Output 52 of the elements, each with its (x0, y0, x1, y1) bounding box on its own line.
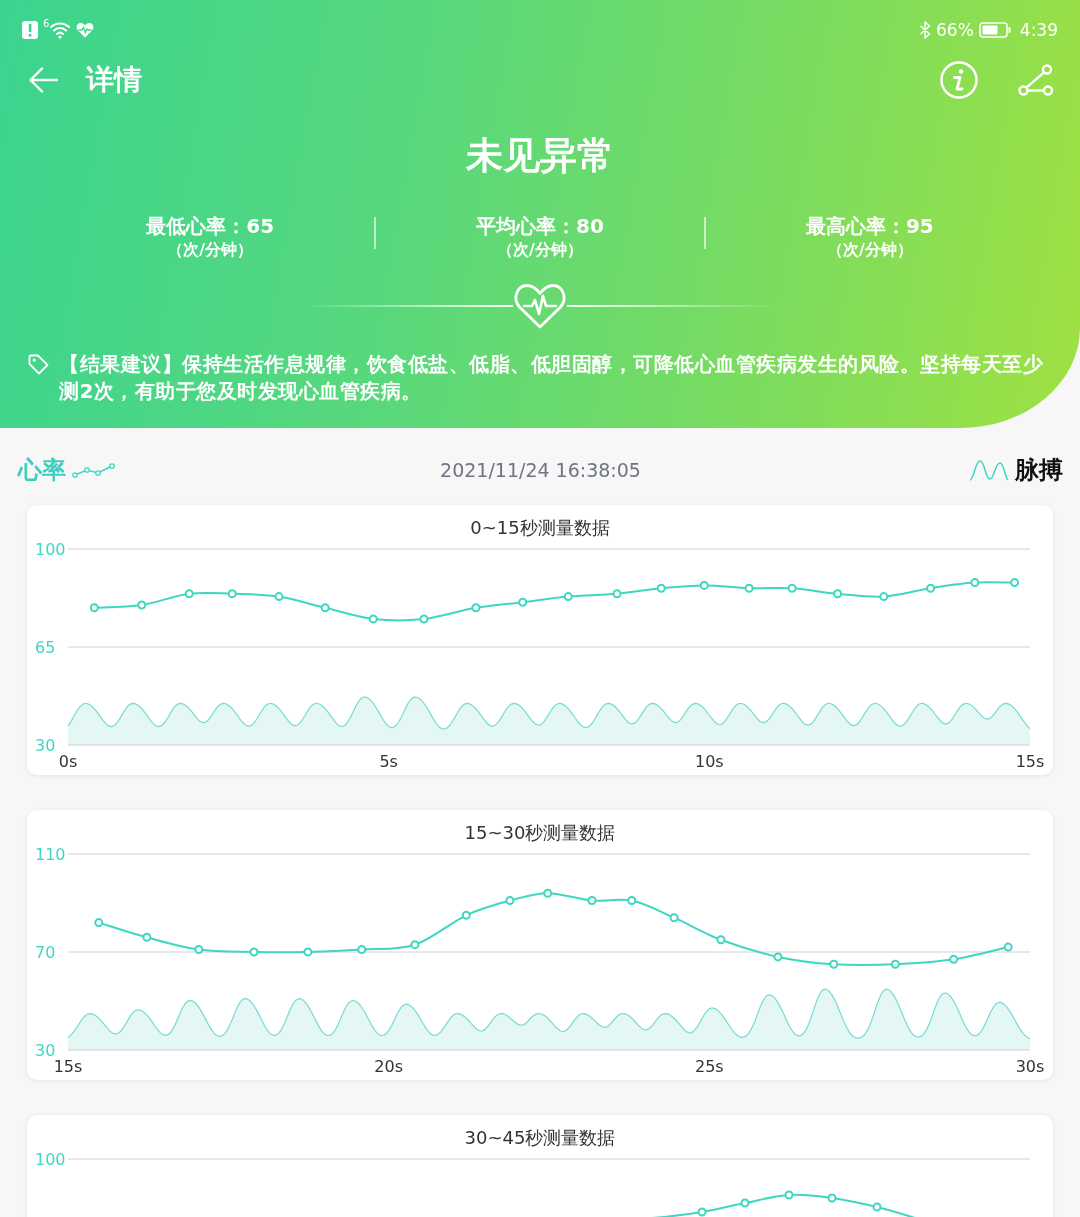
notification-icon (22, 21, 38, 39)
stat-value: 最低心率：65 (146, 213, 275, 239)
y-axis-label: 30 (35, 1040, 56, 1060)
x-axis-label: 20s (374, 1057, 403, 1076)
tag-icon (28, 354, 49, 375)
share-button[interactable] (1018, 64, 1054, 96)
line-chart-icon (72, 462, 116, 478)
battery-percent: 66% (936, 20, 974, 40)
info-button[interactable] (940, 61, 978, 99)
battery-icon (978, 22, 1011, 38)
chart-title: 15~30秒测量数据 (464, 821, 616, 845)
y-axis-label: 100 (35, 539, 66, 559)
y-axis-label: 110 (35, 844, 66, 864)
clock-time: 4:39 (1019, 20, 1058, 40)
x-axis-label: 15s (53, 1057, 83, 1076)
data-point (784, 1190, 794, 1200)
heart-rate-legend: 心率 (18, 455, 66, 485)
bluetooth-icon (919, 21, 931, 39)
data-point (827, 1193, 837, 1203)
back-button[interactable] (28, 66, 58, 94)
info-icon (940, 61, 978, 99)
stat-value: 平均心率：80 (476, 213, 604, 239)
stat-value: 最高心率：95 (805, 213, 934, 239)
wave-icon (969, 459, 1009, 481)
stat-unit: （次/分钟） (497, 239, 583, 261)
y-axis-label: 70 (35, 942, 56, 962)
x-axis-label: 0s (58, 752, 78, 771)
stat-unit: （次/分钟） (167, 239, 254, 261)
page-title: 详情 (86, 62, 142, 98)
chart-title: 0~15秒测量数据 (470, 516, 610, 540)
y-axis-label: 100 (35, 1149, 66, 1169)
share-nodes-icon (1018, 64, 1054, 96)
x-axis-label: 5s (379, 752, 398, 771)
wifi-icon (49, 21, 72, 39)
x-axis-label: 10s (695, 752, 724, 771)
wifi-standard-label: 6 (43, 19, 50, 29)
y-axis-label: 30 (35, 735, 56, 755)
heart-ecg-icon (513, 283, 567, 329)
data-point (872, 1202, 882, 1212)
x-axis-label: 30s (1015, 1057, 1045, 1076)
heart-pulse-icon (76, 22, 95, 38)
result-title: 未见异常 (466, 133, 614, 179)
y-axis-label: 65 (35, 637, 56, 657)
back-arrow-icon (28, 66, 58, 94)
measurement-timestamp: 2021/11/24 16:38:05 (440, 458, 641, 482)
x-axis-label: 15s (1015, 752, 1045, 771)
advice-text: 【结果建议】保持生活作息规律，饮食低盐、低脂、低胆固醇，可降低心血管疾病发生的风险。坚持每天至少测2次，有助于您及时发现心血管疾病。 (59, 351, 1044, 405)
pulse-legend: 脉搏 (1015, 455, 1063, 485)
x-axis-label: 25s (695, 1057, 724, 1076)
stat-unit: （次/分钟） (826, 239, 913, 261)
data-point (740, 1198, 750, 1208)
chart-title: 30~45秒测量数据 (464, 1126, 616, 1150)
